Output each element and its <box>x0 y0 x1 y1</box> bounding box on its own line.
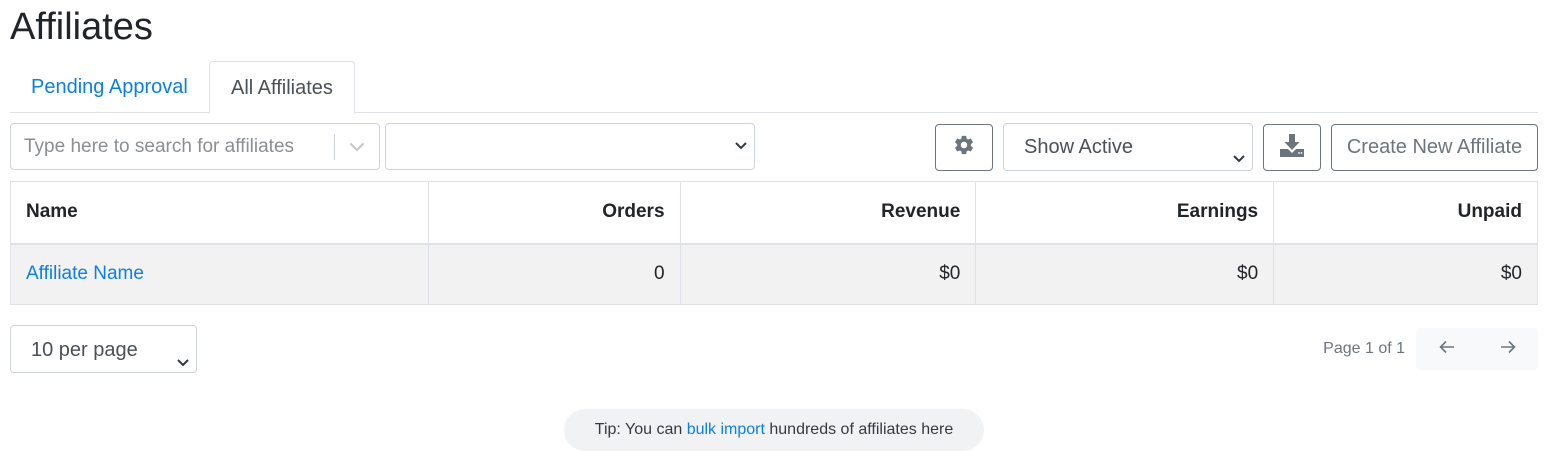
per-page-value: 10 per page <box>31 339 138 361</box>
status-filter-value: Show Active <box>1024 136 1133 158</box>
revenue-cell: $0 <box>679 243 977 305</box>
tab-bar: Pending Approval All Affiliates <box>10 61 1538 114</box>
table-row: Affiliate Name 0 $0 $0 $0 <box>10 243 1538 305</box>
arrow-right-icon <box>1500 340 1516 359</box>
gear-icon <box>953 134 975 161</box>
status-filter-select[interactable]: Show Active <box>1003 123 1253 171</box>
column-header-unpaid[interactable]: Unpaid <box>1273 181 1538 245</box>
next-page-button[interactable] <box>1477 328 1538 370</box>
search-input[interactable] <box>12 125 330 168</box>
create-affiliate-button[interactable]: Create New Affiliate <box>1331 124 1538 171</box>
column-header-earnings[interactable]: Earnings <box>975 181 1275 245</box>
page-info: Page 1 of 1 <box>1323 340 1405 357</box>
arrow-left-icon <box>1438 340 1455 359</box>
prev-page-button[interactable] <box>1416 328 1477 370</box>
tab-all-affiliates[interactable]: All Affiliates <box>209 61 355 114</box>
bulk-import-link[interactable]: bulk import <box>687 421 765 438</box>
per-page-select[interactable]: 10 per page <box>10 325 197 373</box>
pagination-controls <box>1416 328 1538 370</box>
download-icon <box>1278 131 1306 164</box>
chevron-down-icon <box>1232 138 1246 184</box>
orders-cell: 0 <box>427 243 681 305</box>
bulk-import-tip: Tip: You can bulk import hundreds of aff… <box>564 409 984 451</box>
affiliates-table: Name Orders Revenue Earnings Unpaid Affi… <box>10 181 1538 305</box>
chevron-down-icon <box>734 138 748 159</box>
affiliate-name-link[interactable]: Affiliate Name <box>26 263 144 284</box>
download-button[interactable] <box>1263 124 1321 171</box>
tip-prefix: Tip: You can <box>594 421 687 438</box>
unpaid-cell: $0 <box>1273 243 1538 305</box>
column-header-orders[interactable]: Orders <box>427 181 681 245</box>
settings-button[interactable] <box>935 124 993 171</box>
column-header-revenue[interactable]: Revenue <box>679 181 977 245</box>
table-header-row: Name Orders Revenue Earnings Unpaid <box>10 181 1538 245</box>
affiliate-filter-select[interactable] <box>385 123 755 170</box>
tab-pending-approval[interactable]: Pending Approval <box>10 61 209 113</box>
search-divider <box>334 134 335 160</box>
column-header-name[interactable]: Name <box>10 181 429 245</box>
affiliate-search[interactable] <box>10 123 380 170</box>
page-title: Affiliates <box>10 6 153 48</box>
chevron-down-icon <box>176 341 190 389</box>
chevron-down-icon[interactable] <box>344 136 370 158</box>
tip-suffix: hundreds of affiliates here <box>764 421 954 438</box>
earnings-cell: $0 <box>975 243 1275 305</box>
